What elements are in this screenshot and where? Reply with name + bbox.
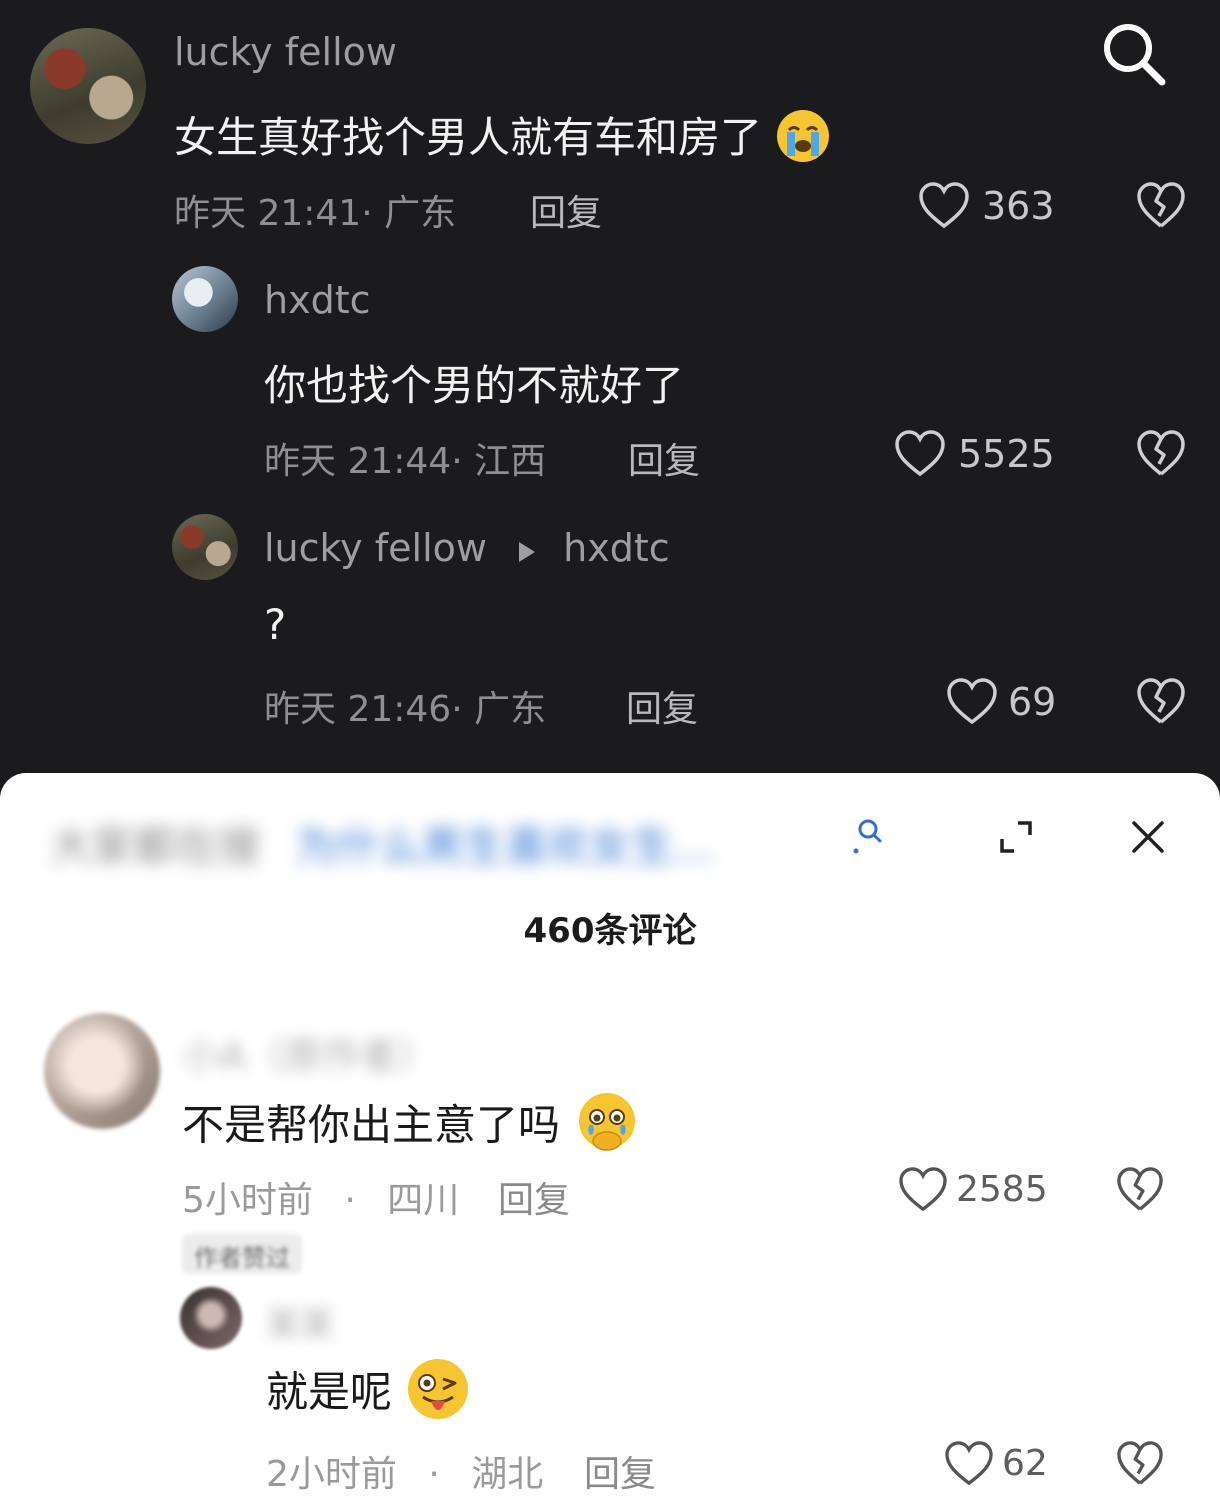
avatar[interactable] [180,1287,242,1349]
heart-icon[interactable] [898,1167,948,1213]
comment-meta: 昨天 21:46· 广东 [264,689,547,730]
comment-author[interactable]: lucky fellow [174,30,397,74]
like-count: 363 [982,184,1055,228]
avatar[interactable] [172,514,238,580]
reply-arrow-icon [517,529,537,573]
reply-button[interactable]: 回复 [530,184,602,236]
comment-author[interactable]: 某某 [266,1297,334,1346]
reply-button[interactable]: 回复 [628,432,700,484]
face-holding-back-tears-icon [575,1091,639,1165]
comment-text-content: 就是呢 [266,1367,393,1417]
comment-text-content: 女生真好找个男人就有车和房了 [174,113,763,162]
close-icon[interactable] [1130,819,1166,859]
avatar[interactable] [44,1013,160,1129]
winking-face-with-tongue-icon [405,1357,471,1433]
reply-target[interactable]: hxdtc [563,526,670,570]
dislike-icon[interactable] [1136,430,1186,478]
search-prefix: 大家都在搜 [50,822,261,871]
dislike-icon[interactable] [1136,182,1186,230]
comment-text: 不是帮你出主意了吗 [182,1091,639,1165]
reply-author-line: lucky fellow hxdtc [264,526,670,573]
like-count: 69 [1008,680,1057,724]
heart-icon[interactable] [894,430,946,478]
comment-count-title: 460条评论 [523,911,697,951]
heart-icon[interactable] [944,1441,994,1487]
author-liked-tag: 作者赞过 [182,1234,302,1274]
dislike-icon[interactable] [1136,678,1186,726]
reply-button[interactable]: 回复 [498,1171,570,1223]
comment-location: 四川 [387,1180,460,1221]
meta-separator: · [344,1180,356,1221]
reply-button[interactable]: 回复 [584,1445,656,1497]
heart-icon[interactable] [918,182,970,230]
comment-location: 湖北 [471,1454,544,1495]
avatar[interactable] [30,28,146,144]
comment-text: 你也找个男的不就好了 [264,361,685,410]
comment-text: 就是呢 [266,1357,471,1433]
comment-time: 5小时前 [182,1180,313,1221]
search-query: 为什么男生喜欢女生... [295,822,714,871]
like-count: 5525 [958,432,1055,476]
comment-time: 2小时前 [266,1454,397,1495]
crying-face-icon [775,108,831,174]
comment-author[interactable]: hxdtc [264,278,371,322]
comment-panel: 大家都在搜 为什么男生喜欢女生... 460条评论 小A（原作者） 不是帮你出主… [0,773,1220,1512]
comment-meta: 昨天 21:41· 广东 [174,193,457,234]
comment-meta: 5小时前 · 四川 [182,1171,459,1223]
comment-meta: 昨天 21:44· 江西 [264,441,547,482]
comment-author[interactable]: lucky fellow [264,526,487,570]
search-icon[interactable] [852,817,882,861]
like-count: 2585 [956,1169,1048,1210]
dislike-icon[interactable] [1116,1167,1164,1213]
heart-icon[interactable] [946,678,998,726]
search-icon[interactable] [1100,20,1168,92]
comment-meta: 2小时前 · 湖北 [266,1445,543,1497]
comment-text: 女生真好找个男人就有车和房了 [174,104,831,174]
expand-icon[interactable] [996,817,1036,861]
avatar[interactable] [172,266,238,332]
meta-separator: · [428,1454,440,1495]
reply-button[interactable]: 回复 [626,680,698,732]
comment-text-content: 不是帮你出主意了吗 [182,1100,561,1150]
comment-text: ? [264,600,287,649]
dislike-icon[interactable] [1116,1441,1164,1487]
comment-author[interactable]: 小A（原作者） [182,1025,436,1080]
search-suggestion[interactable]: 大家都在搜 为什么男生喜欢女生... [50,813,713,874]
video-comment-overlay: lucky fellow 女生真好找个男人就有车和房了 昨天 21:41· 广东… [0,0,1220,800]
like-count: 62 [1002,1443,1048,1484]
